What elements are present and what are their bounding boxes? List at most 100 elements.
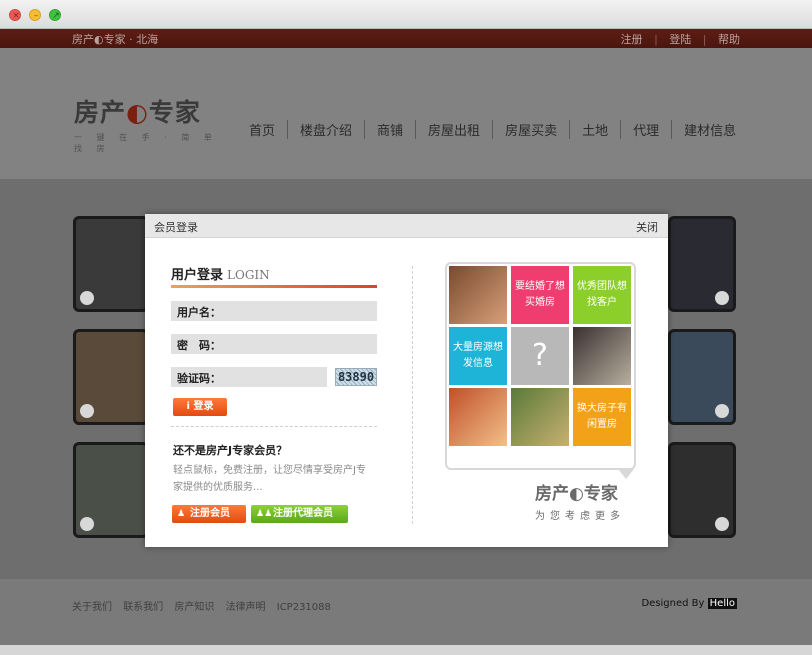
- brand-mark-icon: [80, 517, 94, 531]
- user-icon: ♟: [177, 509, 186, 519]
- listing-thumbnail[interactable]: [668, 442, 736, 538]
- topbar-links: 注册 | 登陆 | 帮助: [613, 31, 740, 47]
- password-row: 密 码：: [171, 334, 377, 354]
- site-header: 房产◐专家 一 键 在 手 · 简 单 找 房 首页 楼盘介绍 商铺 房屋出租 …: [0, 48, 812, 179]
- login-link[interactable]: 登陆: [669, 33, 691, 46]
- footer-link-contact[interactable]: 联系我们: [123, 602, 163, 613]
- password-label: 密 码：: [177, 339, 221, 352]
- nav-item-trade[interactable]: 房屋买卖: [492, 120, 569, 139]
- brand-mark-icon: [80, 291, 94, 305]
- promo-photo-woman: [449, 388, 507, 446]
- close-window-button[interactable]: ×: [9, 9, 21, 21]
- login-button-label: 登录: [193, 401, 214, 412]
- nav-item-projects[interactable]: 楼盘介绍: [287, 120, 364, 139]
- close-icon: ×: [12, 11, 20, 21]
- dialog-header: 会员登录 关闭: [145, 214, 668, 238]
- topbar-brand-bold: 专家: [103, 33, 126, 46]
- heading-underline: [171, 285, 377, 288]
- nav-item-agent[interactable]: 代理: [620, 120, 671, 139]
- promo-board: 要结婚了想买婚房 优秀团队想找客户 大量房源想发信息 ? 换大房子有闲置房: [445, 262, 636, 470]
- username-label: 用户名：: [177, 306, 221, 319]
- password-input[interactable]: [231, 336, 371, 352]
- nav-item-land[interactable]: 土地: [569, 120, 620, 139]
- topbar-brand: 房产◐专家 · 北海: [72, 33, 159, 46]
- register-agent-label: 注册代理会员: [273, 508, 333, 519]
- help-link[interactable]: 帮助: [718, 33, 740, 46]
- maximize-icon: ↗: [52, 11, 60, 21]
- vertical-divider: [412, 266, 413, 524]
- promo-photo-couple: [449, 266, 507, 324]
- minimize-window-button[interactable]: –: [29, 9, 41, 21]
- dialog-brand-main: 房产: [535, 484, 569, 504]
- login-heading-en: LOGIN: [227, 268, 270, 282]
- not-member-description: 轻点鼠标，免费注册，让您尽情享受房产J专家提供的优质服务...: [173, 465, 366, 493]
- promo-tile-marriage[interactable]: 要结婚了想买婚房: [511, 266, 569, 324]
- captcha-row: 验证码：: [171, 367, 327, 387]
- dialog-brand-logo: 房产◐专家: [535, 479, 618, 504]
- topbar-city[interactable]: 北海: [136, 33, 158, 46]
- window-titlebar: × – ↗: [0, 0, 812, 29]
- brand-mark-icon: ◐: [569, 484, 584, 504]
- brand-mark-icon: [80, 404, 94, 418]
- promo-tile-upgrade[interactable]: 换大房子有闲置房: [573, 388, 631, 446]
- designer-badge[interactable]: Hello: [707, 598, 737, 609]
- question-mark-icon: ?: [511, 327, 569, 385]
- nav-item-shops[interactable]: 商铺: [364, 120, 415, 139]
- register-member-label: 注册会员: [190, 508, 230, 519]
- username-row: 用户名：: [171, 301, 377, 321]
- minimize-icon: –: [33, 11, 39, 21]
- brand-mark-icon: [715, 517, 729, 531]
- logo-mark-icon: ◐: [126, 98, 149, 127]
- listing-thumbnail[interactable]: [73, 329, 149, 425]
- brand-mark-icon: [715, 404, 729, 418]
- designed-by-label: Designed By: [641, 598, 705, 609]
- promo-tile-team[interactable]: 优秀团队想找客户: [573, 266, 631, 324]
- footer-link-about[interactable]: 关于我们: [72, 602, 112, 613]
- logo-accent: 专家: [148, 98, 201, 127]
- username-input[interactable]: [231, 303, 371, 319]
- login-button[interactable]: ⅰ 登录: [173, 398, 227, 416]
- register-agent-button[interactable]: ♟♟ 注册代理会员: [251, 505, 348, 523]
- footer-icp: ICP231088: [276, 602, 331, 613]
- lock-icon: ⅰ: [186, 401, 190, 412]
- topbar-brand-logo-icon: ◐: [94, 33, 104, 46]
- nav-item-rent[interactable]: 房屋出租: [415, 120, 492, 139]
- promo-tile-listings[interactable]: 大量房源想发信息: [449, 327, 507, 385]
- site-logo[interactable]: 房产◐专家 一 键 在 手 · 简 单 找 房: [74, 93, 234, 153]
- group-icon: ♟♟: [256, 509, 273, 519]
- footer-link-legal[interactable]: 法律声明: [226, 602, 266, 613]
- dialog-brand-slogan: 为您考虑更多: [535, 511, 625, 522]
- maximize-window-button[interactable]: ↗: [49, 9, 61, 21]
- listing-thumbnail[interactable]: [73, 442, 149, 538]
- logo-text: 房产◐专家: [74, 93, 234, 129]
- listing-thumbnail[interactable]: [668, 329, 736, 425]
- window-bottom-edge: [0, 645, 812, 655]
- site-footer: 关于我们 联系我们 房产知识 法律声明 ICP231088 Designed B…: [0, 579, 812, 645]
- captcha-image[interactable]: 83890: [335, 368, 377, 386]
- divider: [171, 426, 377, 427]
- promo-photo-agent: [573, 327, 631, 385]
- captcha-input[interactable]: [231, 369, 321, 385]
- register-link[interactable]: 注册: [621, 33, 643, 46]
- speech-bubble-tail: [618, 469, 634, 479]
- dialog-brand-accent: 专家: [583, 484, 618, 504]
- main-nav: 首页 楼盘介绍 商铺 房屋出租 房屋买卖 土地 代理 建材信息: [237, 120, 748, 139]
- not-member-title: 还不是房产J专家会员？: [173, 444, 288, 457]
- listing-thumbnail[interactable]: [668, 216, 736, 312]
- brand-mark-icon: [715, 291, 729, 305]
- dialog-title: 会员登录: [154, 221, 198, 234]
- top-bar: 房产◐专家 · 北海 注册 | 登陆 | 帮助: [0, 29, 812, 48]
- nav-item-home[interactable]: 首页: [237, 120, 287, 139]
- dialog-close-button[interactable]: 关闭: [636, 219, 658, 235]
- login-heading-zh: 用户登录: [171, 268, 224, 283]
- logo-main: 房产: [74, 98, 127, 127]
- divider: |: [702, 33, 707, 46]
- listing-thumbnail[interactable]: [73, 216, 149, 312]
- topbar-brand-text: 房产: [72, 33, 94, 46]
- footer-link-knowledge[interactable]: 房产知识: [174, 602, 214, 613]
- nav-item-materials[interactable]: 建材信息: [671, 120, 748, 139]
- footer-credit: Designed By Hello: [641, 598, 737, 609]
- login-heading: 用户登录 LOGIN: [171, 264, 270, 283]
- register-member-button[interactable]: ♟ 注册会员: [172, 505, 246, 523]
- footer-links: 关于我们 联系我们 房产知识 法律声明 ICP231088: [72, 598, 339, 613]
